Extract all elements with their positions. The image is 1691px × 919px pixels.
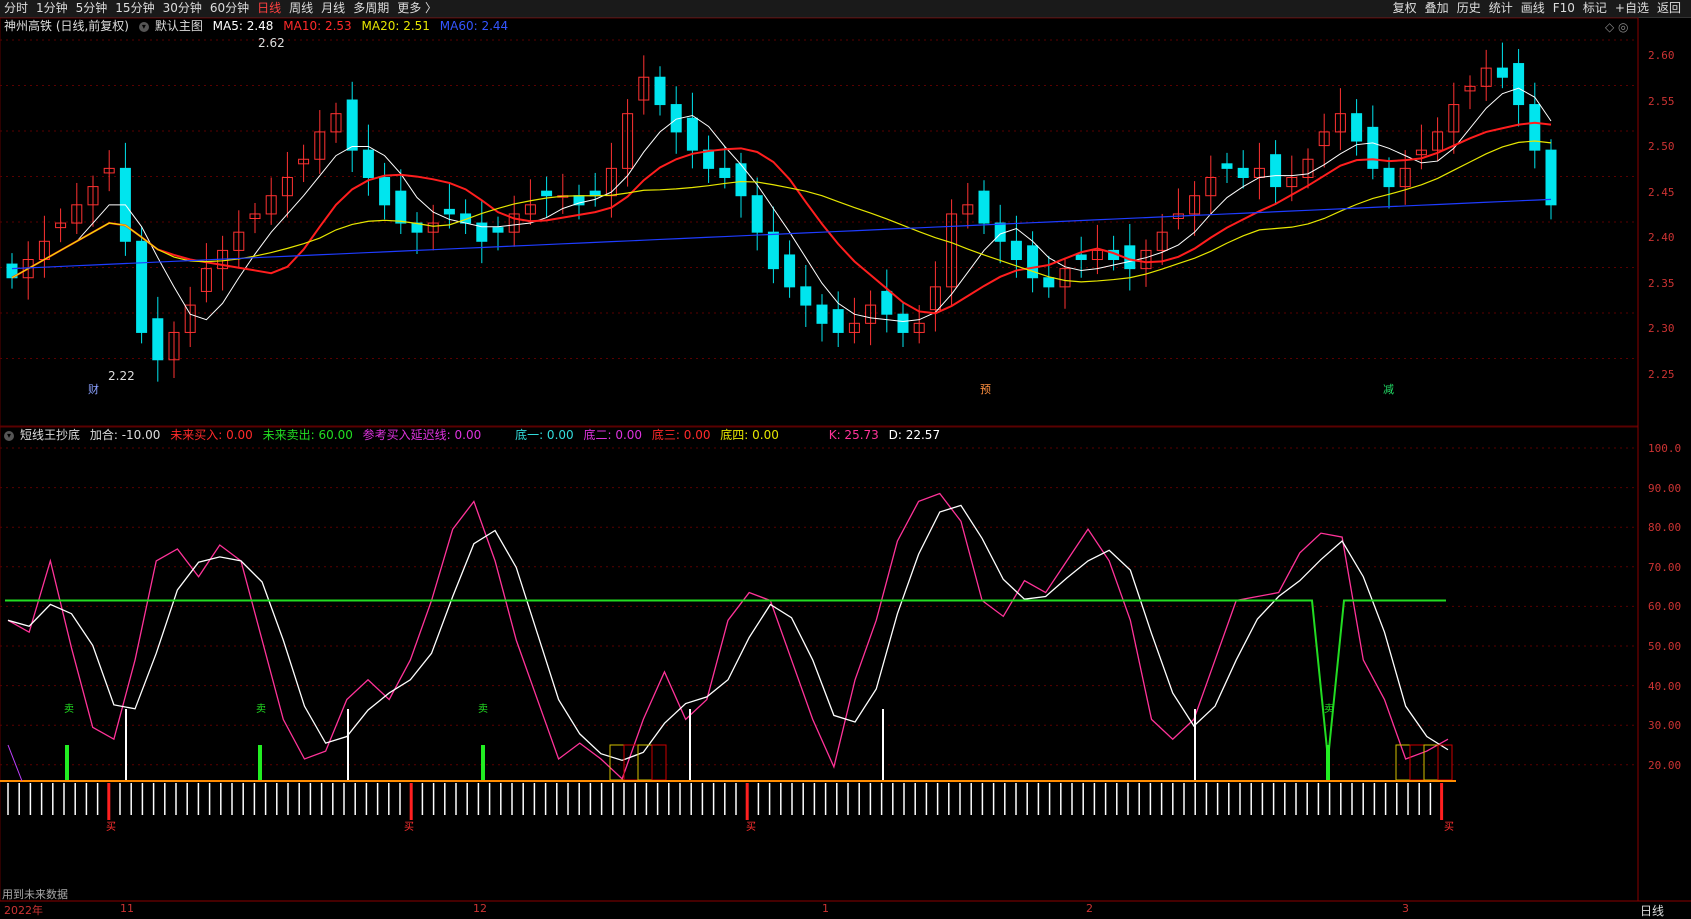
date-label: 2 [1086, 902, 1093, 915]
axis-tick-label: 2.35 [1648, 276, 1675, 290]
axis-tick-label: 2.30 [1648, 322, 1675, 335]
sell-signal-label: 卖 [1324, 703, 1334, 715]
candle-body [978, 190, 990, 224]
candle-body [767, 231, 779, 270]
high-price-label: 2.62 [258, 36, 285, 50]
ma10-line [11, 121, 1552, 315]
candle-body [816, 304, 828, 324]
axis-tick-label: 40.00 [1648, 679, 1682, 693]
box-yellow [1423, 744, 1439, 781]
axis-tick-label: 50.00 [1648, 640, 1682, 653]
candle-body [346, 99, 358, 151]
candle-body [395, 190, 407, 224]
sell-signal-label: 卖 [64, 703, 74, 715]
axis-tick-label: 20.00 [1648, 758, 1682, 772]
candle-body [1529, 104, 1541, 151]
d-line [7, 504, 1449, 762]
box-red [651, 744, 667, 781]
axis-tick-label: 30.00 [1648, 719, 1682, 733]
period-tab[interactable]: 日线 [1640, 902, 1664, 919]
candle-body [994, 222, 1006, 242]
axis-tick-label: 2.40 [1648, 231, 1675, 244]
box-red [1437, 744, 1453, 781]
k-line [7, 492, 1449, 780]
axis-tick-label: 100.0 [1648, 442, 1682, 455]
candle-body [1043, 277, 1055, 288]
axis-tick-label: 2.50 [1648, 140, 1675, 153]
candle-body [784, 254, 796, 288]
indicator-axis: 100.0 90.00 80.00 70.00 60.00 50.00 40.00 30.00… [1638, 427, 1691, 901]
ma60-line [11, 198, 1552, 270]
date-label: 1 [822, 902, 829, 915]
candle-body [1545, 149, 1557, 206]
candle-body [1270, 154, 1282, 188]
candle-body [1221, 163, 1233, 169]
candle-body [800, 286, 812, 306]
chart-canvas[interactable]: 2.62 2.22 财 预 减卖 卖 卖 卖买 买 买 买 [0, 0, 1691, 916]
sell-signal-label: 卖 [256, 703, 266, 715]
event-marker-cai: 财 [88, 382, 99, 396]
sell-signal-label: 卖 [478, 703, 488, 715]
axis-tick-label: 70.00 [1648, 560, 1682, 574]
candle-body [379, 176, 391, 206]
candle-body [703, 149, 715, 169]
candle-body [1367, 126, 1379, 169]
candle-body [686, 117, 698, 151]
candle-body [541, 190, 553, 197]
price-axis: 2.60 2.55 2.50 2.45 2.40 2.35 2.30 2.25 [1638, 18, 1691, 426]
candle-body [1496, 67, 1508, 78]
candle-body [1383, 167, 1395, 188]
box-red [623, 744, 639, 781]
event-marker-yu: 预 [980, 383, 991, 396]
candle-body [136, 240, 148, 333]
buy-signal-label: 买 [106, 821, 116, 833]
box-red [1409, 744, 1425, 781]
indicator-panel-frame [0, 426, 1639, 902]
date-axis: 2022年 11 12 1 2 3 [0, 902, 1638, 917]
purple-line [7, 744, 23, 782]
candle-body [897, 313, 909, 333]
axis-tick-label: 2.25 [1648, 367, 1675, 381]
low-price-label: 2.22 [108, 369, 135, 383]
future-data-note: 用到未来数据 [2, 888, 68, 901]
buy-signal-label: 买 [404, 821, 414, 833]
buy-signal-label: 买 [1444, 821, 1454, 833]
candle-body [362, 149, 374, 178]
ma5-line [11, 87, 1552, 322]
axis-tick-label: 90.00 [1648, 481, 1682, 495]
axis-tick-label: 60.00 [1648, 600, 1682, 614]
candle-body [832, 309, 844, 333]
candle-body [492, 227, 504, 233]
axis-tick-label: 2.45 [1648, 185, 1675, 199]
date-label: 11 [120, 902, 134, 915]
candle-body [719, 167, 731, 178]
date-label: 12 [473, 902, 487, 915]
axis-tick-label: 2.55 [1648, 94, 1675, 108]
candle-body [881, 290, 893, 315]
candle-body [1351, 113, 1363, 142]
candle-body [751, 195, 763, 233]
axis-tick-label: 2.60 [1648, 49, 1675, 62]
candle-body [152, 318, 164, 361]
buy-signal-label: 买 [746, 821, 756, 833]
date-label: 3 [1402, 902, 1409, 915]
event-marker-jian: 减 [1383, 383, 1394, 396]
candle-body [443, 208, 455, 215]
future-sell-line [5, 599, 1446, 760]
candle-body [654, 76, 666, 106]
ma20-line [11, 140, 1552, 283]
candle-body [1075, 254, 1087, 261]
axis-tick-label: 80.00 [1648, 521, 1682, 535]
candle-body [1010, 240, 1022, 261]
candle-body [1237, 167, 1249, 178]
candle-body [1513, 63, 1525, 106]
